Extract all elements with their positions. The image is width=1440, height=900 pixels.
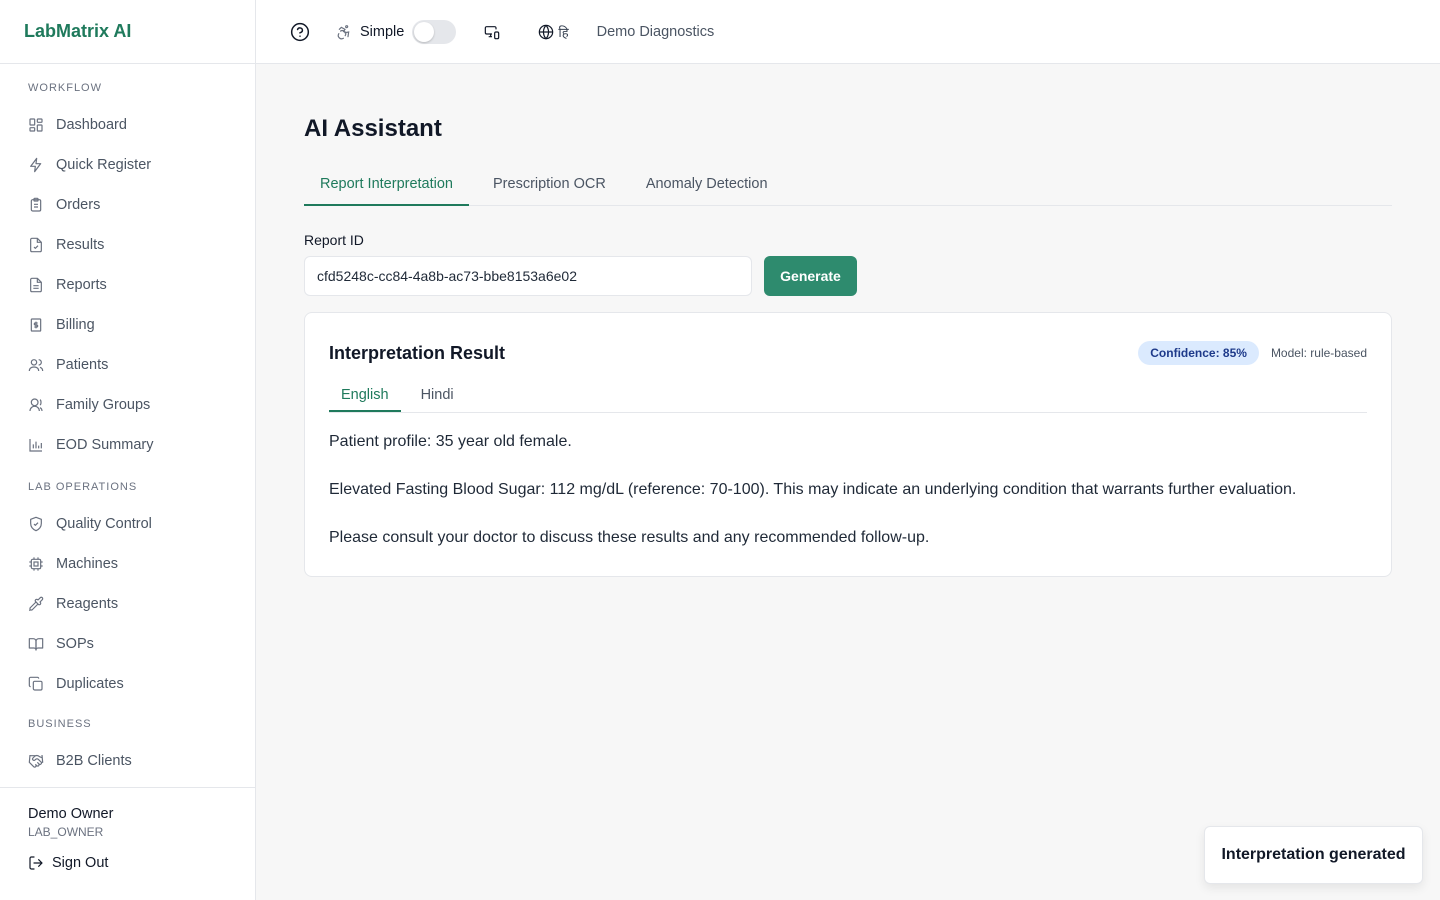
sidebar-item-b2b-clients[interactable]: B2B Clients [0, 741, 255, 781]
sidebar-item-label: Reagents [56, 596, 119, 612]
handshake-icon [28, 753, 44, 769]
interpretation-paragraph: Elevated Fasting Blood Sugar: 112 mg/dL … [329, 481, 1297, 498]
language-label: हि [558, 24, 569, 40]
toggle-knob [414, 21, 435, 42]
report-id-label: Report ID [304, 232, 364, 248]
main-content: AI Assistant Report Interpretation Presc… [304, 64, 1392, 577]
sidebar-item-eod-summary[interactable]: EOD Summary [0, 425, 255, 465]
sign-out-button[interactable]: Sign Out [28, 855, 227, 871]
pipette-icon [28, 596, 44, 612]
user-role: LAB_OWNER [28, 825, 104, 839]
model-label: Model: rule-based [1270, 346, 1367, 360]
sidebar-item-label: Quality Control [56, 516, 152, 532]
page-title: AI Assistant [304, 115, 442, 142]
sidebar-item-machines[interactable]: Machines [0, 544, 255, 584]
sidebar-item-label: B2B Clients [56, 753, 132, 769]
sidebar-nav: WORKFLOW Dashboard Quick Register Orders… [0, 64, 255, 781]
accessibility-icon [336, 24, 352, 40]
file-text-icon [28, 277, 44, 293]
interpretation-paragraph: Please consult your doctor to discuss th… [329, 529, 930, 546]
sidebar-item-reports[interactable]: Reports [0, 265, 255, 305]
book-icon [28, 636, 44, 652]
sidebar-item-quality-control[interactable]: Quality Control [0, 504, 255, 544]
report-id-row: Generate [304, 256, 1392, 296]
interpretation-paragraph: Patient profile: 35 year old female. [329, 433, 572, 450]
simple-mode-control: Simple [336, 19, 457, 44]
devices-icon[interactable] [484, 24, 500, 40]
sidebar-item-sops[interactable]: SOPs [0, 624, 255, 664]
users-icon [28, 357, 44, 373]
sidebar-item-results[interactable]: Results [0, 225, 255, 265]
tab-english[interactable]: English [329, 377, 401, 412]
sign-out-label: Sign Out [52, 855, 109, 871]
simple-mode-label: Simple [360, 23, 405, 40]
user-panel: Demo Owner LAB_OWNER Sign Out [0, 787, 255, 900]
sidebar-item-family-groups[interactable]: Family Groups [0, 385, 255, 425]
logout-icon [29, 856, 43, 870]
top-bar: Simple हि Demo Diagnostics [256, 0, 1440, 64]
sidebar-item-reagents[interactable]: Reagents [0, 584, 255, 624]
user-group-icon [28, 397, 44, 413]
sidebar-item-patients[interactable]: Patients [0, 345, 255, 385]
tab-prescription-ocr[interactable]: Prescription OCR [477, 170, 622, 206]
card-title: Interpretation Result [329, 342, 506, 363]
report-id-input[interactable] [304, 256, 752, 296]
sidebar: LabMatrix AI WORKFLOW Dashboard Quick Re… [0, 0, 256, 900]
sidebar-item-label: Family Groups [56, 397, 151, 413]
user-name: Demo Owner [28, 806, 114, 822]
sidebar-item-label: Quick Register [56, 157, 152, 173]
generate-button[interactable]: Generate [764, 256, 857, 296]
interpretation-text: Patient profile: 35 year old female. Ele… [329, 413, 1367, 550]
copy-icon [28, 676, 44, 692]
sidebar-item-label: SOPs [56, 636, 94, 652]
sidebar-item-dashboard[interactable]: Dashboard [0, 105, 255, 145]
sidebar-item-quick-register[interactable]: Quick Register [0, 145, 255, 185]
dashboard-icon [28, 117, 44, 133]
sidebar-item-label: Orders [56, 197, 101, 213]
section-title-workflow: WORKFLOW [28, 82, 102, 94]
sidebar-item-orders[interactable]: Orders [0, 185, 255, 225]
sidebar-item-duplicates[interactable]: Duplicates [0, 664, 255, 704]
sidebar-item-label: EOD Summary [56, 437, 154, 453]
tab-anomaly-detection[interactable]: Anomaly Detection [630, 170, 784, 206]
section-title-business: BUSINESS [28, 718, 92, 730]
lightning-icon [28, 157, 44, 173]
confidence-badge: Confidence: 85% [1138, 341, 1259, 365]
toast-notification: Interpretation generated [1204, 826, 1423, 884]
clipboard-icon [28, 197, 44, 213]
language-tabs: English Hindi [329, 377, 1367, 413]
sidebar-item-label: Machines [56, 556, 119, 572]
cpu-icon [28, 556, 44, 572]
sidebar-item-billing[interactable]: Billing [0, 305, 255, 345]
shield-check-icon [28, 516, 44, 532]
sidebar-item-label: Dashboard [56, 117, 127, 133]
globe-icon [538, 24, 554, 40]
section-title-lab-operations: LAB OPERATIONS [28, 481, 138, 493]
language-switcher[interactable]: हि [538, 23, 569, 41]
sidebar-item-label: Billing [56, 317, 95, 333]
sidebar-item-label: Duplicates [56, 676, 124, 692]
file-check-icon [28, 237, 44, 253]
interpretation-result-card: Interpretation Result Confidence: 85% Mo… [304, 312, 1392, 577]
organization-name: Demo Diagnostics [596, 23, 715, 40]
sidebar-item-label: Patients [56, 357, 109, 373]
simple-mode-toggle[interactable] [412, 19, 457, 44]
receipt-icon [28, 317, 44, 333]
tab-report-interpretation[interactable]: Report Interpretation [304, 170, 469, 206]
assistant-tabs: Report Interpretation Prescription OCR A… [304, 170, 1392, 206]
bar-chart-icon [28, 437, 44, 453]
help-icon[interactable] [290, 22, 310, 42]
sidebar-item-label: Reports [56, 277, 107, 293]
sidebar-item-label: Results [56, 237, 105, 253]
tab-hindi[interactable]: Hindi [409, 377, 466, 412]
app-logo[interactable]: LabMatrix AI [0, 0, 255, 64]
